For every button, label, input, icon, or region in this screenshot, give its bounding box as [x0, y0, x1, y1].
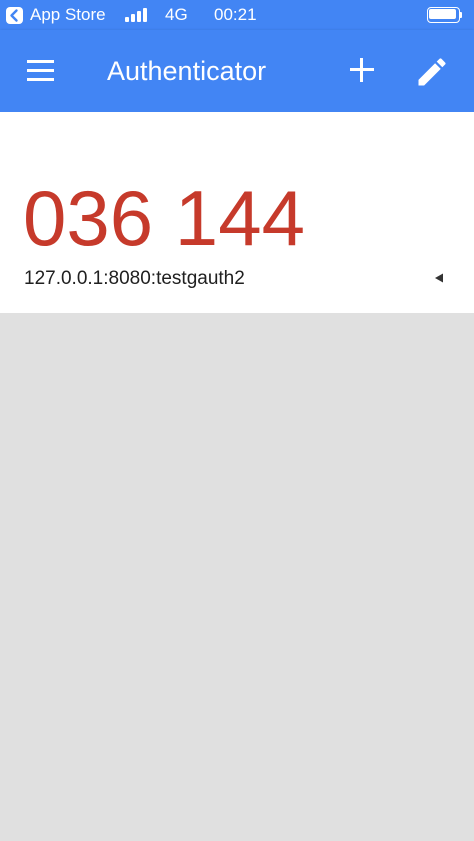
app-bar: Authenticator — [0, 30, 474, 112]
pencil-icon — [418, 58, 446, 86]
otp-code[interactable]: 036 144 — [23, 176, 305, 260]
add-account-button[interactable] — [344, 52, 380, 88]
status-bar: App Store 4G 00:21 — [0, 0, 474, 30]
screen: App Store 4G 00:21 Authenticator 036 144… — [0, 0, 474, 841]
app-title: Authenticator — [107, 56, 267, 86]
battery-level-fill — [429, 9, 456, 19]
clock: 00:21 — [214, 5, 257, 24]
battery-icon — [427, 7, 463, 23]
back-to-app-icon[interactable] — [6, 7, 23, 24]
account-name: 127.0.0.1:8080:testgauth2 — [24, 268, 245, 289]
edit-button[interactable] — [414, 54, 450, 90]
countdown-indicator-icon — [435, 273, 443, 283]
signal-strength-icon — [125, 8, 151, 22]
account-list-item[interactable]: 036 144 127.0.0.1:8080:testgauth2 — [0, 112, 474, 313]
network-type: 4G — [165, 5, 188, 24]
empty-list-area — [0, 313, 474, 841]
menu-button[interactable] — [20, 51, 60, 91]
back-app-label[interactable]: App Store — [30, 5, 106, 25]
